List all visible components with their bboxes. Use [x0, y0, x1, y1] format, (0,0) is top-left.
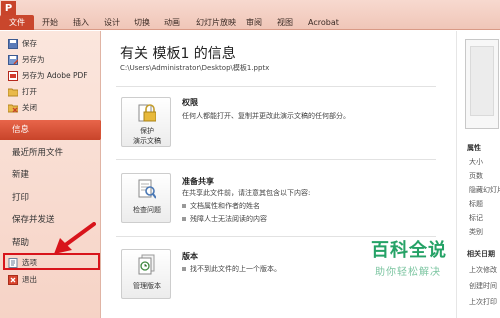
property-tags: 标记 — [469, 214, 483, 222]
protect-presentation-button[interactable]: 保护 演示文稿 — [121, 97, 171, 147]
ribbon-tab-bar: P 文件 开始 插入 设计 切换 动画 幻灯片放映 审阅 视图 Acrobat — [0, 0, 500, 30]
save-icon — [8, 39, 18, 49]
exit-icon — [8, 275, 18, 285]
menu-save-label: 保存 — [22, 39, 37, 48]
inspect-document-icon — [138, 179, 156, 199]
menu-save-as[interactable]: 另存为 — [0, 53, 100, 67]
tab-animations[interactable]: 动画 — [164, 15, 180, 30]
slide-thumbnail — [465, 39, 499, 129]
property-pages: 页数 — [469, 172, 483, 180]
permissions-text: 任何人都能打开、复制并更改此演示文稿的任何部分。 — [182, 112, 350, 120]
powerpoint-app-icon[interactable]: P — [1, 1, 16, 16]
pdf-icon — [8, 71, 18, 81]
menu-info[interactable]: 信息 — [0, 120, 109, 140]
watermark-title: 百科全说 — [371, 240, 447, 261]
folder-open-icon — [7, 87, 19, 97]
tab-acrobat[interactable]: Acrobat — [308, 15, 339, 30]
versions-icon — [138, 254, 155, 275]
backstage-menu: 保存 另存为 另存为 Adobe PDF 打开 关闭 信息 最近所用文件 新建 … — [0, 31, 109, 318]
watermark: 百科全说 助你轻松解决 — [347, 236, 497, 284]
menu-close-label: 关闭 — [22, 103, 37, 112]
menu-close[interactable]: 关闭 — [0, 101, 100, 115]
property-hidden-slides: 隐藏幻灯片 — [469, 186, 500, 194]
tab-design[interactable]: 设计 — [104, 15, 120, 30]
save-as-icon — [8, 55, 19, 65]
menu-save[interactable]: 保存 — [0, 37, 100, 51]
prepare-share-title: 准备共享 — [182, 177, 214, 186]
close-document-icon — [7, 103, 19, 113]
protect-button-label-2: 演示文稿 — [133, 137, 161, 145]
menu-exit-label: 退出 — [22, 275, 37, 284]
file-path: C:\Users\Administrator\Desktop\模板1.pptx — [120, 64, 270, 72]
menu-new[interactable]: 新建 — [0, 165, 100, 185]
divider — [116, 86, 436, 87]
menu-print[interactable]: 打印 — [0, 188, 100, 208]
menu-open[interactable]: 打开 — [0, 85, 100, 99]
date-last-printed: 上次打印 — [469, 298, 497, 306]
manage-versions-button-label: 管理版本 — [133, 282, 161, 290]
divider — [116, 159, 436, 160]
red-arrow-icon — [54, 222, 96, 254]
versions-text: 找不到此文件的上一个版本。 — [182, 265, 281, 273]
menu-save-as-pdf[interactable]: 另存为 Adobe PDF — [0, 69, 100, 83]
prepare-share-bullet: 残障人士无法阅读的内容 — [182, 215, 267, 223]
prepare-share-text: 在共享此文件前，请注意其包含以下内容: — [182, 189, 311, 197]
lock-icon — [138, 104, 156, 122]
tab-transitions[interactable]: 切换 — [134, 15, 150, 30]
tab-view[interactable]: 视图 — [277, 15, 293, 30]
tab-insert[interactable]: 插入 — [73, 15, 89, 30]
permissions-title: 权限 — [182, 98, 198, 107]
tab-review[interactable]: 审阅 — [246, 15, 262, 30]
slide-preview — [470, 46, 494, 116]
menu-exit[interactable]: 退出 — [0, 273, 100, 287]
properties-heading[interactable]: 属性 — [467, 143, 481, 153]
menu-save-as-pdf-label: 另存为 Adobe PDF — [22, 71, 88, 80]
property-title: 标题 — [469, 200, 483, 208]
protect-button-label-1: 保护 — [140, 127, 154, 135]
property-size: 大小 — [469, 158, 483, 166]
prepare-share-bullet: 文档属性和作者的姓名 — [182, 202, 260, 210]
menu-recent[interactable]: 最近所用文件 — [0, 143, 100, 163]
watermark-subtitle: 助你轻松解决 — [375, 267, 441, 278]
page-title: 有关 模板1 的信息 — [120, 46, 236, 62]
check-issues-button-label: 检查问题 — [133, 206, 161, 214]
menu-open-label: 打开 — [22, 87, 37, 96]
tab-slideshow[interactable]: 幻灯片放映 — [196, 15, 236, 30]
check-issues-button[interactable]: 检查问题 — [121, 173, 171, 223]
manage-versions-button[interactable]: 管理版本 — [121, 249, 171, 299]
tab-file[interactable]: 文件 — [0, 15, 34, 30]
versions-title: 版本 — [182, 252, 198, 261]
menu-save-as-label: 另存为 — [22, 55, 45, 64]
tab-home[interactable]: 开始 — [42, 15, 58, 30]
